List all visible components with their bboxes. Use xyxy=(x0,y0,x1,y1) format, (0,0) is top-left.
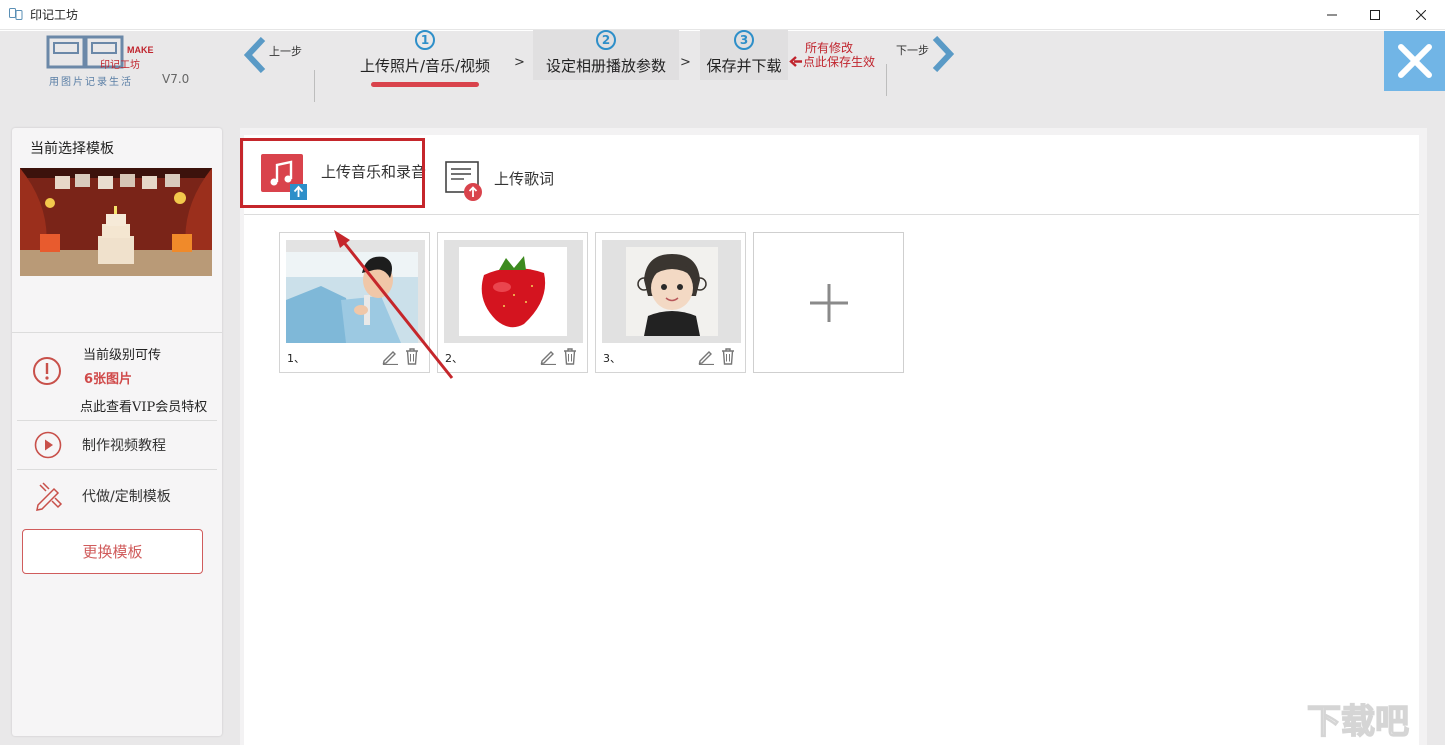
upload-limit-label: 当前级别可传 xyxy=(83,348,162,363)
watermark-logo: 下载吧 xyxy=(1306,701,1409,742)
next-step-button[interactable]: 下一步 xyxy=(896,36,955,72)
maximize-icon xyxy=(1370,10,1380,20)
trash-icon[interactable] xyxy=(719,347,737,365)
logo-slogan-text: 用图片记录生活 xyxy=(49,75,133,88)
minimize-icon xyxy=(1327,14,1337,16)
logo-make-text: MAKE xyxy=(127,45,154,55)
plus-icon xyxy=(809,283,848,322)
toolbar-divider xyxy=(244,214,1419,215)
save-note[interactable]: 所有修改 点此保存生效 xyxy=(789,41,875,69)
play-icon xyxy=(34,431,62,459)
step-2-label: 设定相册播放参数 xyxy=(545,57,666,75)
window-titlebar: 印记工坊 xyxy=(0,0,1445,30)
maximize-button[interactable] xyxy=(1352,0,1398,30)
sidebar: 当前选择模板 当前级别可传 6张图片 点此查看VIP会员特权 制作视频教程 代做… xyxy=(12,128,222,736)
logo-brand-text: 印记工坊 xyxy=(100,58,140,71)
edit-icon[interactable] xyxy=(539,347,557,365)
upload-limit-value: 6张图片 xyxy=(84,372,133,387)
photo-card[interactable]: 1、 xyxy=(279,232,430,373)
header-divider xyxy=(314,70,315,102)
lyrics-upload-icon xyxy=(445,161,482,201)
version-label: V7.0 xyxy=(162,72,190,86)
chevron-right-icon xyxy=(932,36,955,72)
highlight-box xyxy=(240,138,425,208)
edit-icon[interactable] xyxy=(697,347,715,365)
prev-step-label: 上一步 xyxy=(269,45,302,58)
prev-step-button[interactable]: 上一步 xyxy=(243,37,302,73)
upload-lyrics-label: 上传歌词 xyxy=(494,169,555,188)
minimize-button[interactable] xyxy=(1309,0,1355,30)
photo-card[interactable]: 2、 xyxy=(437,232,588,373)
step-3-label: 保存并下载 xyxy=(706,57,782,75)
step-separator: > xyxy=(680,55,691,70)
photo-card[interactable]: 3、 xyxy=(595,232,746,373)
window-title: 印记工坊 xyxy=(30,8,79,22)
step-3-save[interactable]: 3 保存并下载 xyxy=(700,30,788,80)
upload-content-area: 上传音乐和录音 上传歌词 1、 2、 3、 xyxy=(244,135,1419,745)
step-1-upload[interactable]: 1 上传照片/音乐/视频 xyxy=(350,30,500,87)
template-preview-image[interactable] xyxy=(20,168,212,276)
window-close-button[interactable] xyxy=(1398,0,1444,30)
upload-lyrics-button[interactable]: 上传歌词 xyxy=(444,160,554,202)
sidebar-divider xyxy=(17,469,217,470)
app-icon xyxy=(9,8,23,20)
sidebar-item-custom-template[interactable]: 代做/定制模板 xyxy=(12,476,222,516)
add-photo-button[interactable] xyxy=(753,232,904,373)
photo-index: 2、 xyxy=(445,352,463,365)
svg-text:下载吧: 下载吧 xyxy=(1307,702,1409,742)
save-note-line1: 所有修改 xyxy=(805,41,854,55)
trash-icon[interactable] xyxy=(403,347,421,365)
active-step-underline xyxy=(371,82,479,87)
photo-thumbnail[interactable] xyxy=(602,240,741,343)
next-step-label: 下一步 xyxy=(896,44,929,57)
edit-icon[interactable] xyxy=(381,347,399,365)
photo-index: 3、 xyxy=(603,352,621,365)
step-1-label: 上传照片/音乐/视频 xyxy=(359,57,491,75)
step-2-number: 2 xyxy=(596,30,616,50)
photo-thumbnail[interactable] xyxy=(444,240,583,343)
chevron-left-icon xyxy=(243,37,266,73)
sidebar-divider xyxy=(17,420,217,421)
main-panel: 上传音乐和录音 上传歌词 1、 2、 3、 xyxy=(240,128,1427,745)
sidebar-item-label: 代做/定制模板 xyxy=(82,489,171,505)
vip-benefits-link[interactable]: 点此查看VIP会员特权 xyxy=(80,396,207,415)
close-icon xyxy=(1416,10,1426,20)
sidebar-item-video-tutorial[interactable]: 制作视频教程 xyxy=(12,425,222,465)
change-template-button[interactable]: 更换模板 xyxy=(22,529,203,574)
trash-icon[interactable] xyxy=(561,347,579,365)
current-template-title: 当前选择模板 xyxy=(30,141,114,157)
sidebar-item-label: 制作视频教程 xyxy=(82,438,166,454)
step-separator: > xyxy=(514,55,525,70)
exclamation-circle-icon xyxy=(33,357,61,385)
sidebar-divider xyxy=(12,332,222,333)
arrow-left-icon xyxy=(789,56,802,67)
photo-index: 1、 xyxy=(287,352,305,365)
close-app-button[interactable] xyxy=(1384,31,1445,91)
step-1-number: 1 xyxy=(415,30,435,50)
step-3-number: 3 xyxy=(734,30,754,50)
close-x-icon xyxy=(1397,44,1432,78)
pencil-ruler-icon xyxy=(36,482,63,511)
photo-thumbnail[interactable] xyxy=(286,240,425,343)
step-2-settings[interactable]: 2 设定相册播放参数 xyxy=(533,30,679,80)
header-divider xyxy=(886,64,887,96)
